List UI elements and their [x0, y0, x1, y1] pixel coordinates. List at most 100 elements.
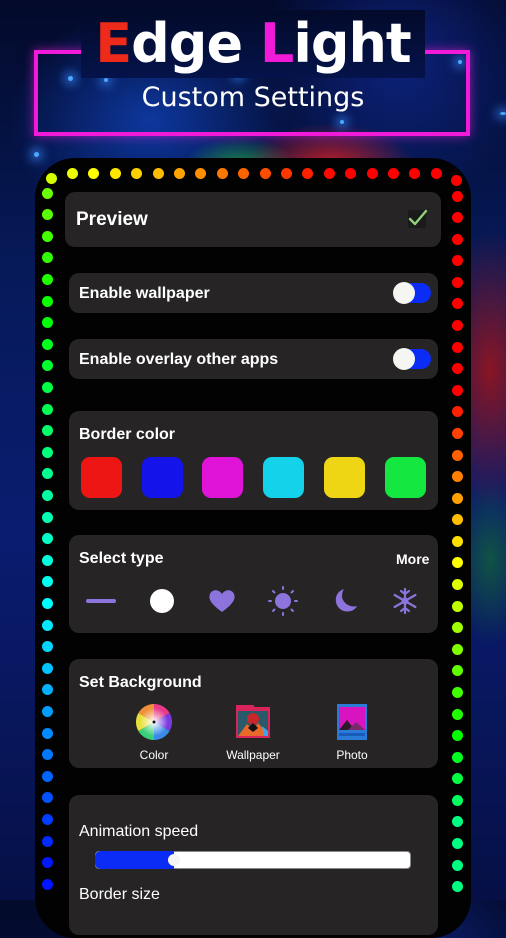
edge-light-dot [451, 686, 463, 698]
heart-icon[interactable] [207, 586, 237, 616]
select-type-label: Select type [79, 550, 164, 567]
sun-icon[interactable] [268, 586, 298, 616]
edge-light-dot [451, 622, 463, 634]
edge-light-dot [41, 403, 53, 415]
edge-light-dot [41, 619, 53, 631]
edge-light-dot [451, 384, 463, 396]
edge-light-dot [451, 363, 463, 375]
edge-light-dot [41, 381, 53, 393]
moon-icon[interactable] [330, 586, 360, 616]
background-option-label: Photo [336, 748, 368, 762]
edge-light-dot [451, 557, 463, 569]
swatch-blue[interactable] [142, 457, 183, 498]
edge-light-dot [41, 295, 53, 307]
app-subtitle: Custom Settings [141, 82, 365, 113]
color-wheel-icon [135, 704, 173, 740]
edge-light-dot [451, 816, 463, 828]
swatch-green[interactable] [385, 457, 426, 498]
edge-light-dot [280, 167, 292, 179]
edge-light-dot [451, 190, 463, 202]
swatch-yellow[interactable] [324, 457, 365, 498]
edge-light-dot [41, 576, 53, 588]
animation-speed-slider[interactable] [95, 851, 411, 869]
edge-light-dot [451, 255, 463, 267]
edge-light-dot [66, 167, 78, 179]
snowflake-icon[interactable] [390, 586, 420, 616]
edge-light-dot [451, 881, 463, 893]
edge-light-dot [41, 878, 53, 890]
edge-light-dot [451, 492, 463, 504]
edge-light-dot [450, 174, 462, 186]
enable-wallpaper-toggle[interactable] [393, 282, 431, 304]
edge-light-dot [173, 167, 185, 179]
edge-light-dot [451, 514, 463, 526]
edge-light-dot [238, 167, 250, 179]
enable-wallpaper-row[interactable]: Enable wallpaper [69, 273, 438, 313]
edge-light-dot [131, 167, 143, 179]
more-types-link[interactable]: More [396, 551, 429, 567]
toggle-knob [393, 282, 415, 304]
preview-checkbox[interactable] [408, 209, 428, 228]
edge-light-dot [366, 167, 378, 179]
enable-overlay-toggle[interactable] [393, 348, 431, 370]
background-option-photo[interactable]: Photo [317, 704, 387, 762]
edge-light-dot [451, 643, 463, 655]
preview-card[interactable]: Preview [65, 192, 441, 247]
edge-light-dot [451, 298, 463, 310]
line-icon[interactable] [86, 586, 116, 616]
edge-light-dot [451, 233, 463, 245]
app-title: Edge Light [0, 10, 506, 78]
edge-light-dot [451, 600, 463, 612]
edge-light-dot [409, 167, 421, 179]
edge-light-dot [41, 468, 53, 480]
edge-light-dot [451, 427, 463, 439]
edge-light-dot [451, 794, 463, 806]
edge-light-dot [41, 446, 53, 458]
set-background-card: Set Background Color Wallpaper Photo [69, 659, 438, 768]
title-letter-e: E [95, 12, 132, 75]
edge-light-dot [41, 554, 53, 566]
edge-light-dot [109, 167, 121, 179]
background-option-wallpaper[interactable]: Wallpaper [218, 704, 288, 762]
edge-light-dot [451, 665, 463, 677]
edge-light-dot [451, 471, 463, 483]
swatch-magenta[interactable] [202, 457, 243, 498]
enable-overlay-label: Enable overlay other apps [79, 351, 279, 368]
edge-light-dot [41, 770, 53, 782]
edge-light-dot [41, 187, 53, 199]
edge-light-dot [430, 167, 442, 179]
edge-light-dot [41, 835, 53, 847]
photo-icon [337, 704, 367, 740]
edge-light-dot [152, 167, 164, 179]
edge-light-dot [88, 167, 100, 179]
background-option-color[interactable]: Color [119, 704, 189, 762]
edge-light-dot [41, 230, 53, 242]
edge-light-dot [387, 167, 399, 179]
wallpaper-icon [236, 705, 270, 738]
set-background-label: Set Background [79, 674, 202, 691]
edge-light-dot [451, 708, 463, 720]
edge-light-dot [451, 449, 463, 461]
enable-wallpaper-label: Enable wallpaper [79, 285, 210, 302]
slider-thumb[interactable] [168, 854, 180, 866]
edge-light-dot [41, 360, 53, 372]
edge-light-dot [451, 773, 463, 785]
swatch-red[interactable] [81, 457, 122, 498]
edge-light-dot [451, 406, 463, 418]
enable-overlay-row[interactable]: Enable overlay other apps [69, 339, 438, 379]
edge-light-dot [195, 167, 207, 179]
edge-light-dot [41, 813, 53, 825]
edge-light-dot [451, 730, 463, 742]
circle-icon[interactable] [147, 586, 177, 616]
background-option-label: Wallpaper [226, 748, 280, 762]
edge-light-dot [41, 317, 53, 329]
edge-light-dot [41, 209, 53, 221]
edge-light-dot [41, 641, 53, 653]
edge-light-dot [41, 662, 53, 674]
edge-light-dot [451, 535, 463, 547]
edge-light-dot [451, 341, 463, 353]
edge-light-dot [41, 252, 53, 264]
edge-light-dot [451, 751, 463, 763]
swatch-cyan[interactable] [263, 457, 304, 498]
title-part: ight [293, 12, 411, 75]
